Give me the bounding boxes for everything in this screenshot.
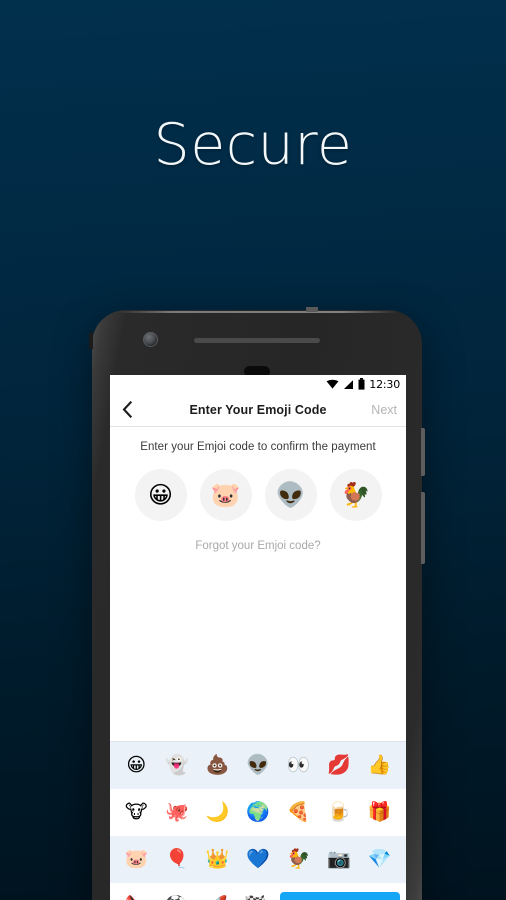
next-button[interactable]: Next	[371, 403, 397, 417]
code-slot-1[interactable]: 😀	[134, 469, 187, 521]
keyboard-row: 🐮 🐙 🌙 🌍 🍕 🍺 🎁	[110, 789, 406, 836]
forgot-code-link[interactable]: Forgot your Emjoi code?	[110, 540, 406, 552]
emoji-key-crown[interactable]: 👑	[197, 850, 238, 869]
wifi-icon	[326, 379, 339, 389]
code-slots: 😀 🐷 👽 🐓	[110, 469, 406, 521]
emoji-key-camera[interactable]: 📷	[319, 850, 360, 869]
emoji-key-thumbs-up[interactable]: 👍	[359, 756, 400, 775]
emoji-key-pig-face[interactable]: 🐷	[116, 850, 157, 869]
emoji-key-balloon[interactable]: 🎈	[157, 850, 198, 869]
status-bar: 12:30	[110, 375, 406, 393]
code-slot-2[interactable]: 🐷	[199, 469, 252, 521]
phone-frame-highlight	[116, 311, 398, 313]
nav-title: Enter Your Emoji Code	[189, 402, 327, 417]
earpiece-speaker-icon	[194, 338, 320, 343]
emoji-key-pizza[interactable]: 🍕	[278, 803, 319, 822]
chevron-left-icon	[122, 401, 132, 418]
cellular-signal-icon	[344, 379, 354, 389]
power-button[interactable]	[421, 428, 425, 476]
emoji-key-kiss-mark[interactable]: 💋	[319, 756, 360, 775]
back-button[interactable]	[110, 393, 144, 427]
phone-mockup: 12:30 Enter Your Emoji Code Next Enter y…	[89, 307, 425, 900]
emoji-key-ghost[interactable]: 👻	[157, 756, 198, 775]
status-clock: 12:30	[369, 377, 400, 391]
keyboard-row: 😀 👻 💩 👽 👀 💋 👍	[110, 742, 406, 789]
emoji-key-grinning-face[interactable]: 😀	[116, 756, 157, 775]
volume-button[interactable]	[421, 492, 425, 564]
emoji-key-gem-stone[interactable]: 💎	[359, 850, 400, 869]
front-camera-icon	[143, 332, 158, 347]
page-title: Secure	[153, 112, 353, 178]
code-slot-4[interactable]: 🐓	[329, 469, 382, 521]
code-slot-3[interactable]: 👽	[264, 469, 317, 521]
emoji-key-pile-of-poo[interactable]: 💩	[197, 756, 238, 775]
instruction-text: Enter your Emjoi code to confirm the pay…	[140, 441, 376, 453]
emoji-key-rooster[interactable]: 🐓	[278, 850, 319, 869]
emoji-key-octopus[interactable]: 🐙	[157, 803, 198, 822]
keyboard-row: 🐷 🎈 👑 💙 🐓 📷 💎	[110, 836, 406, 883]
emoji-key-blue-heart[interactable]: 💙	[238, 850, 279, 869]
emoji-key-globe[interactable]: 🌍	[238, 803, 279, 822]
phone-screen: 12:30 Enter Your Emoji Code Next Enter y…	[110, 375, 406, 900]
keyboard-action-row: 👠 ⚽ 🚀 🏁 Delete	[110, 883, 406, 900]
emoji-key-crescent-moon[interactable]: 🌙	[197, 803, 238, 822]
emoji-keyboard: 😀 👻 💩 👽 👀 💋 👍 🐮 🐙 🌙 🌍 🍕 🍺 🎁 🐷 🎈 👑 💙 🐓 📷 …	[110, 741, 406, 900]
emoji-key-eyes[interactable]: 👀	[278, 756, 319, 775]
emoji-key-beer-mug[interactable]: 🍺	[319, 803, 360, 822]
emoji-key-cow-face[interactable]: 🐮	[116, 803, 157, 822]
antenna-nub	[306, 307, 318, 312]
emoji-key-alien[interactable]: 👽	[238, 756, 279, 775]
app-nav-bar: Enter Your Emoji Code Next	[110, 393, 406, 427]
mute-switch[interactable]	[89, 332, 93, 349]
promo-screen: Secure 12:30 Enter Your Emoji Code Next …	[0, 0, 506, 900]
battery-icon	[358, 378, 365, 390]
delete-button[interactable]: Delete	[280, 891, 400, 900]
emoji-key-wrapped-gift[interactable]: 🎁	[359, 803, 400, 822]
